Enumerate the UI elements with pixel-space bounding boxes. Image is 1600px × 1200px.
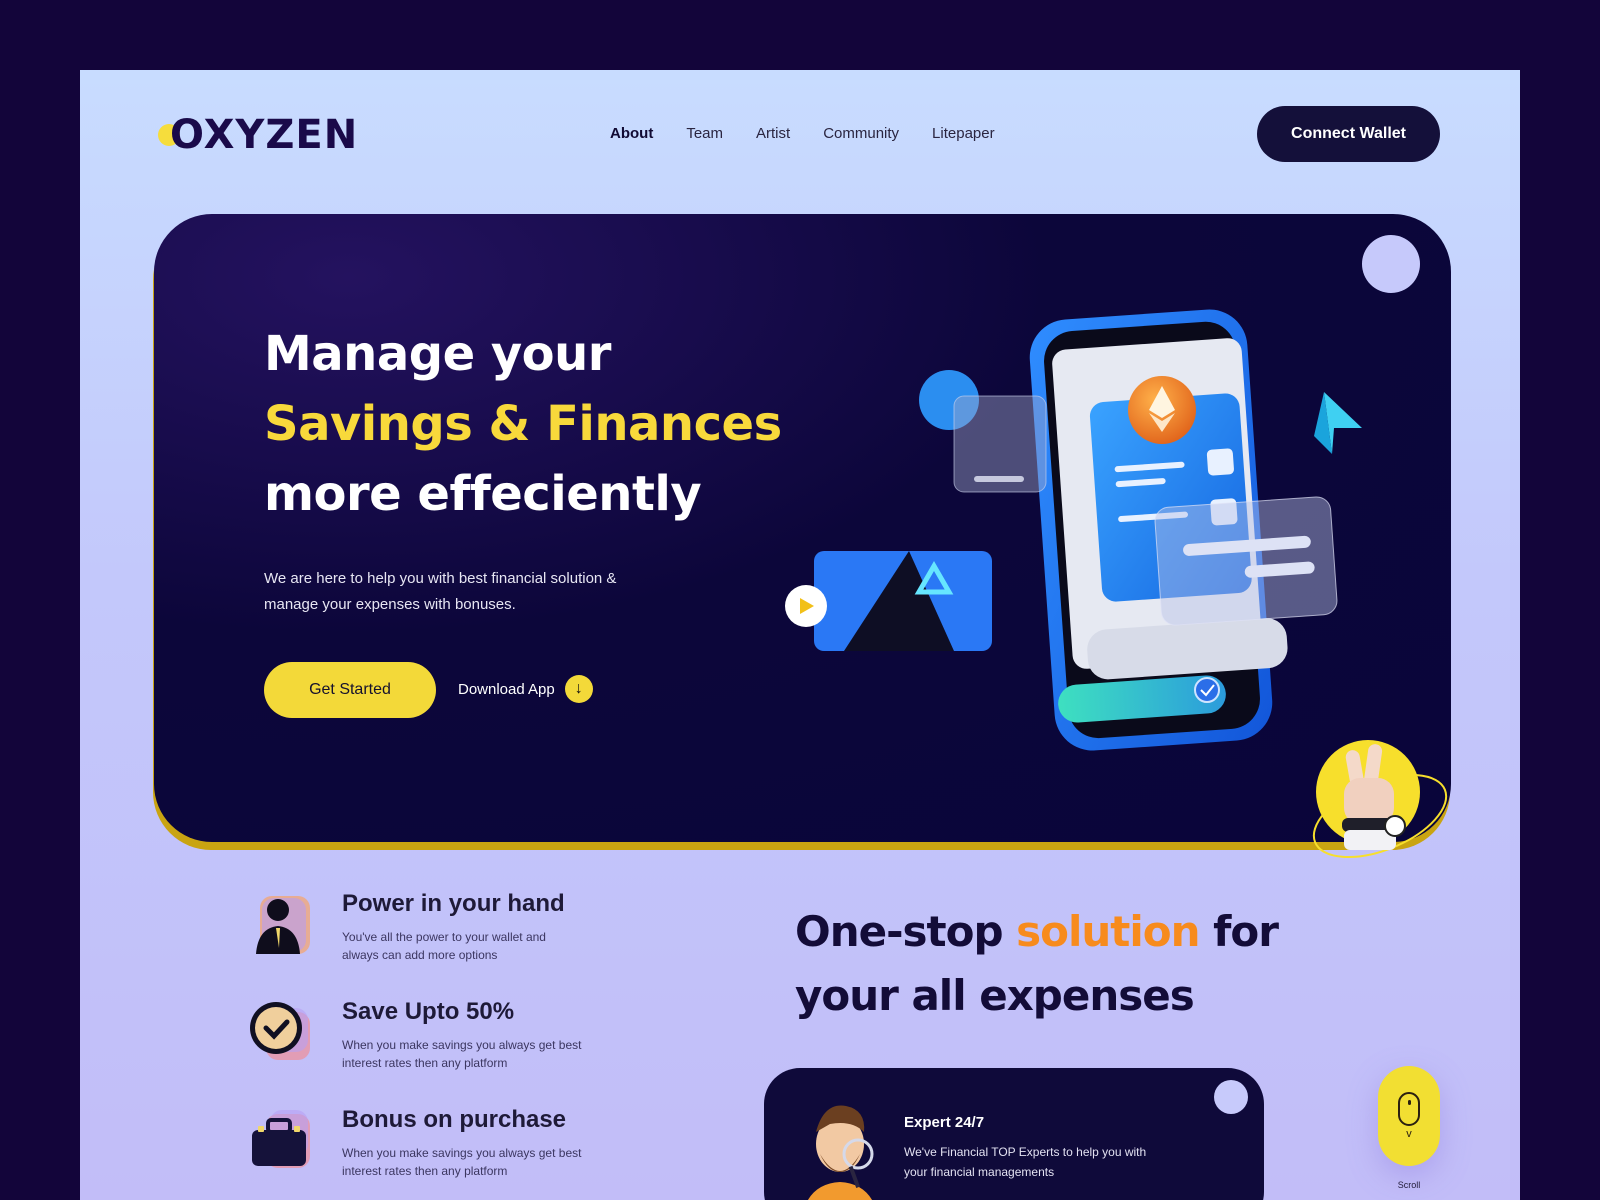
chevron-down-icon: v: [1406, 1128, 1412, 1140]
page: OXYZEN About Team Artist Community Litep…: [80, 70, 1520, 1200]
expert-desc: We've Financial TOP Experts to help you …: [904, 1145, 1147, 1179]
decor-dot: [1214, 1080, 1248, 1114]
hero-card: Manage your Savings & Finances more effe…: [154, 214, 1451, 842]
check-circle-icon: [250, 1002, 310, 1060]
feature-item: Power in your hand You've all the power …: [248, 890, 608, 980]
onestop-part1: One-stop: [795, 907, 1017, 956]
peace-hand-mascot: [1312, 740, 1448, 859]
mouse-icon: [1398, 1092, 1420, 1126]
feature-title: Bonus on purchase: [342, 1106, 567, 1133]
feature-item: Save Upto 50% When you make savings you …: [248, 998, 608, 1088]
expert-avatar: [808, 1105, 874, 1200]
nav-item-community[interactable]: Community: [823, 125, 899, 142]
feature-desc: When you make savings you always get bes…: [342, 1038, 582, 1070]
scroll-button[interactable]: v: [1378, 1066, 1440, 1166]
feature-item: Bonus on purchase When you make savings …: [248, 1106, 608, 1196]
nav-item-artist[interactable]: Artist: [756, 125, 790, 142]
briefcase-icon: [252, 1110, 310, 1168]
connect-wallet-button[interactable]: Connect Wallet: [1257, 106, 1440, 162]
onestop-heading: One-stop solution for your all expenses: [795, 900, 1279, 1028]
nav-item-litepaper[interactable]: Litepaper: [932, 125, 995, 142]
expert-title: Expert 24/7: [904, 1114, 985, 1131]
nav-item-team[interactable]: Team: [686, 125, 723, 142]
expert-card[interactable]: Expert 24/7 We've Financial TOP Experts …: [764, 1068, 1264, 1200]
feature-title: Power in your hand: [342, 890, 565, 917]
feature-desc: You've all the power to your wallet and …: [342, 930, 546, 962]
onestop-line2: your all expenses: [795, 971, 1195, 1020]
feature-title: Save Upto 50%: [342, 998, 515, 1025]
onestop-highlight: solution: [1016, 907, 1200, 956]
screen-box: [1206, 448, 1234, 476]
person-icon: [256, 896, 310, 954]
watch-icon: [1384, 815, 1406, 837]
logo-text: OXYZEN: [170, 112, 359, 158]
logo[interactable]: OXYZEN: [158, 110, 358, 160]
glass-panel-right: [1154, 496, 1338, 626]
scroll-label: Scroll: [1397, 1180, 1421, 1190]
onestop-part2: for: [1199, 907, 1279, 956]
nav-item-about[interactable]: About: [610, 125, 653, 142]
hand-shape: [1344, 778, 1394, 824]
main-nav: About Team Artist Community Litepaper: [610, 125, 995, 142]
phone-illustration: [785, 309, 1362, 751]
check-icon: [1194, 677, 1220, 703]
feature-desc: When you make savings you always get bes…: [342, 1146, 582, 1178]
